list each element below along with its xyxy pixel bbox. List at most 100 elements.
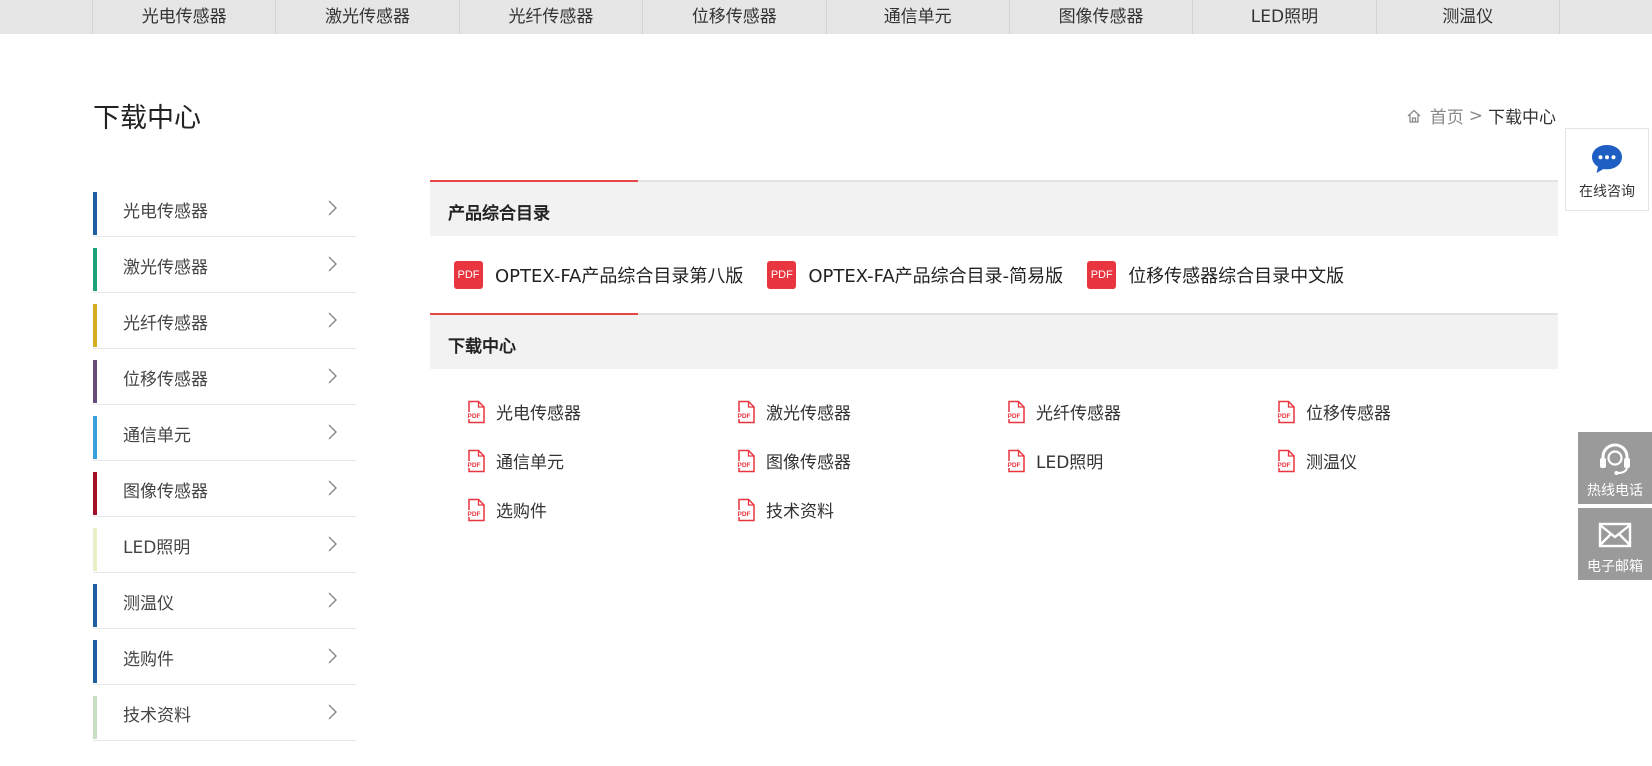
- download-item-label: 位移传感器: [1306, 404, 1391, 424]
- pdf-file-icon: PDF: [736, 400, 756, 424]
- catalog-link-text: OPTEX-FA产品综合目录-简易版: [808, 265, 1064, 287]
- catalog-section-header: 产品综合目录: [430, 180, 1558, 236]
- svg-text:PDF: PDF: [1278, 413, 1291, 420]
- pdf-file-icon: PDF: [1276, 449, 1296, 473]
- catalog-link-text: OPTEX-FA产品综合目录第八版: [495, 265, 744, 287]
- download-item[interactable]: PDF 图像传感器: [736, 436, 1006, 485]
- pdf-file-icon: PDF: [1006, 400, 1026, 424]
- sidebar-item[interactable]: 测温仪: [93, 573, 356, 629]
- sidebar-item-label: 通信单元: [123, 426, 191, 446]
- svg-text:PDF: PDF: [468, 511, 481, 518]
- catalog-link[interactable]: PDF 位移传感器综合目录中文版: [1087, 260, 1345, 289]
- pdf-file-icon: PDF: [736, 449, 756, 473]
- svg-text:PDF: PDF: [738, 413, 751, 420]
- svg-text:PDF: PDF: [738, 462, 751, 469]
- download-item[interactable]: PDF 激光传感器: [736, 387, 1006, 436]
- sidebar-item[interactable]: 光纤传感器: [93, 293, 356, 349]
- download-item[interactable]: PDF 通信单元: [466, 436, 736, 485]
- chevron-right-icon: [322, 478, 342, 498]
- top-nav: 光电传感器 激光传感器 光纤传感器 位移传感器 通信单元 图像传感器 LED照明…: [0, 0, 1652, 34]
- top-nav-item-thermometer[interactable]: 测温仪: [1377, 0, 1560, 34]
- chevron-right-icon: [322, 702, 342, 722]
- download-item-label: 技术资料: [766, 502, 834, 522]
- hotline-button[interactable]: 热线电话: [1578, 432, 1652, 504]
- sidebar-color-bar: [93, 192, 97, 235]
- sidebar-item-label: 图像传感器: [123, 482, 208, 502]
- sidebar-color-bar: [93, 416, 97, 459]
- sidebar-item-label: 选购件: [123, 650, 174, 670]
- sidebar-item[interactable]: 技术资料: [93, 685, 356, 741]
- sidebar-item-label: 测温仪: [123, 594, 174, 614]
- top-nav-item-displacement[interactable]: 位移传感器: [643, 0, 827, 34]
- sidebar: 光电传感器 激光传感器 光纤传感器 位移传感器 通信单元 图像传感器 LED照明…: [93, 181, 356, 741]
- sidebar-item[interactable]: 位移传感器: [93, 349, 356, 405]
- chevron-right-icon: [322, 198, 342, 218]
- download-item[interactable]: PDF LED照明: [1006, 436, 1276, 485]
- svg-text:PDF: PDF: [738, 511, 751, 518]
- headset-icon: [1597, 442, 1633, 476]
- sidebar-item-label: 激光传感器: [123, 258, 208, 278]
- sidebar-item-label: 光纤传感器: [123, 314, 208, 334]
- download-item-label: 测温仪: [1306, 453, 1357, 473]
- download-item[interactable]: PDF 光纤传感器: [1006, 387, 1276, 436]
- pdf-file-icon: PDF: [466, 498, 486, 522]
- catalog-link[interactable]: PDF OPTEX-FA产品综合目录-简易版: [767, 260, 1064, 289]
- chevron-right-icon: [322, 366, 342, 386]
- download-item-label: 光电传感器: [496, 404, 581, 424]
- top-nav-list: 光电传感器 激光传感器 光纤传感器 位移传感器 通信单元 图像传感器 LED照明…: [92, 0, 1560, 34]
- section-accent-line: [430, 313, 638, 315]
- catalog-link[interactable]: PDF OPTEX-FA产品综合目录第八版: [454, 260, 744, 289]
- sidebar-item[interactable]: 通信单元: [93, 405, 356, 461]
- catalog-list: PDF OPTEX-FA产品综合目录第八版 PDF OPTEX-FA产品综合目录…: [430, 236, 1558, 313]
- svg-text:PDF: PDF: [1278, 462, 1291, 469]
- download-item[interactable]: PDF 位移传感器: [1276, 387, 1546, 436]
- download-section-header: 下载中心: [430, 313, 1558, 369]
- pdf-icon: PDF: [1087, 260, 1117, 289]
- page-title: 下载中心: [93, 103, 201, 134]
- sidebar-item[interactable]: 选购件: [93, 629, 356, 685]
- envelope-icon: [1597, 518, 1633, 552]
- sidebar-color-bar: [93, 472, 97, 515]
- top-nav-item-photoelectric[interactable]: 光电传感器: [93, 0, 277, 34]
- download-item[interactable]: PDF 测温仪: [1276, 436, 1546, 485]
- top-nav-item-led[interactable]: LED照明: [1193, 0, 1377, 34]
- top-nav-item-communication[interactable]: 通信单元: [827, 0, 1010, 34]
- top-nav-item-fiber[interactable]: 光纤传感器: [460, 0, 644, 34]
- svg-text:PDF: PDF: [468, 462, 481, 469]
- hotline-label: 热线电话: [1587, 483, 1643, 499]
- sidebar-color-bar: [93, 584, 97, 627]
- sidebar-item[interactable]: 光电传感器: [93, 181, 356, 237]
- download-item[interactable]: PDF 选购件: [466, 485, 736, 534]
- pdf-file-icon: PDF: [466, 449, 486, 473]
- pdf-icon: PDF: [454, 260, 483, 289]
- sidebar-color-bar: [93, 640, 97, 683]
- catalog-section-title: 产品综合目录: [448, 204, 550, 224]
- download-section-title: 下载中心: [448, 337, 516, 357]
- sidebar-item[interactable]: 图像传感器: [93, 461, 356, 517]
- email-button[interactable]: 电子邮箱: [1578, 508, 1652, 580]
- download-list: PDF 光电传感器 PDF 激光传感器 PDF 光纤传感器 PDF 位移传感器 PDF 通信单元 P…: [430, 369, 1558, 534]
- download-item-label: 光纤传感器: [1036, 404, 1121, 424]
- download-item[interactable]: PDF 光电传感器: [466, 387, 736, 436]
- top-nav-item-laser[interactable]: 激光传感器: [276, 0, 460, 34]
- section-accent-line: [430, 180, 638, 182]
- sidebar-item[interactable]: 激光传感器: [93, 237, 356, 293]
- catalog-link-text: 位移传感器综合目录中文版: [1128, 265, 1345, 287]
- sidebar-item[interactable]: LED照明: [93, 517, 356, 573]
- download-item[interactable]: PDF 技术资料: [736, 485, 1006, 534]
- svg-text:PDF: PDF: [1008, 462, 1021, 469]
- download-item-label: 图像传感器: [766, 453, 851, 473]
- sidebar-color-bar: [93, 304, 97, 347]
- pdf-file-icon: PDF: [736, 498, 756, 522]
- breadcrumb-separator: >: [1468, 105, 1483, 126]
- online-consult-button[interactable]: 在线咨询: [1565, 128, 1649, 211]
- sidebar-item-label: 技术资料: [123, 706, 191, 726]
- sidebar-color-bar: [93, 528, 97, 571]
- online-consult-label: 在线咨询: [1579, 184, 1635, 200]
- svg-text:PDF: PDF: [468, 413, 481, 420]
- top-nav-item-image[interactable]: 图像传感器: [1010, 0, 1194, 34]
- breadcrumb-home-link[interactable]: 首页: [1430, 103, 1464, 128]
- svg-text:PDF: PDF: [1008, 413, 1021, 420]
- chevron-right-icon: [322, 254, 342, 274]
- sidebar-item-label: 光电传感器: [123, 202, 208, 222]
